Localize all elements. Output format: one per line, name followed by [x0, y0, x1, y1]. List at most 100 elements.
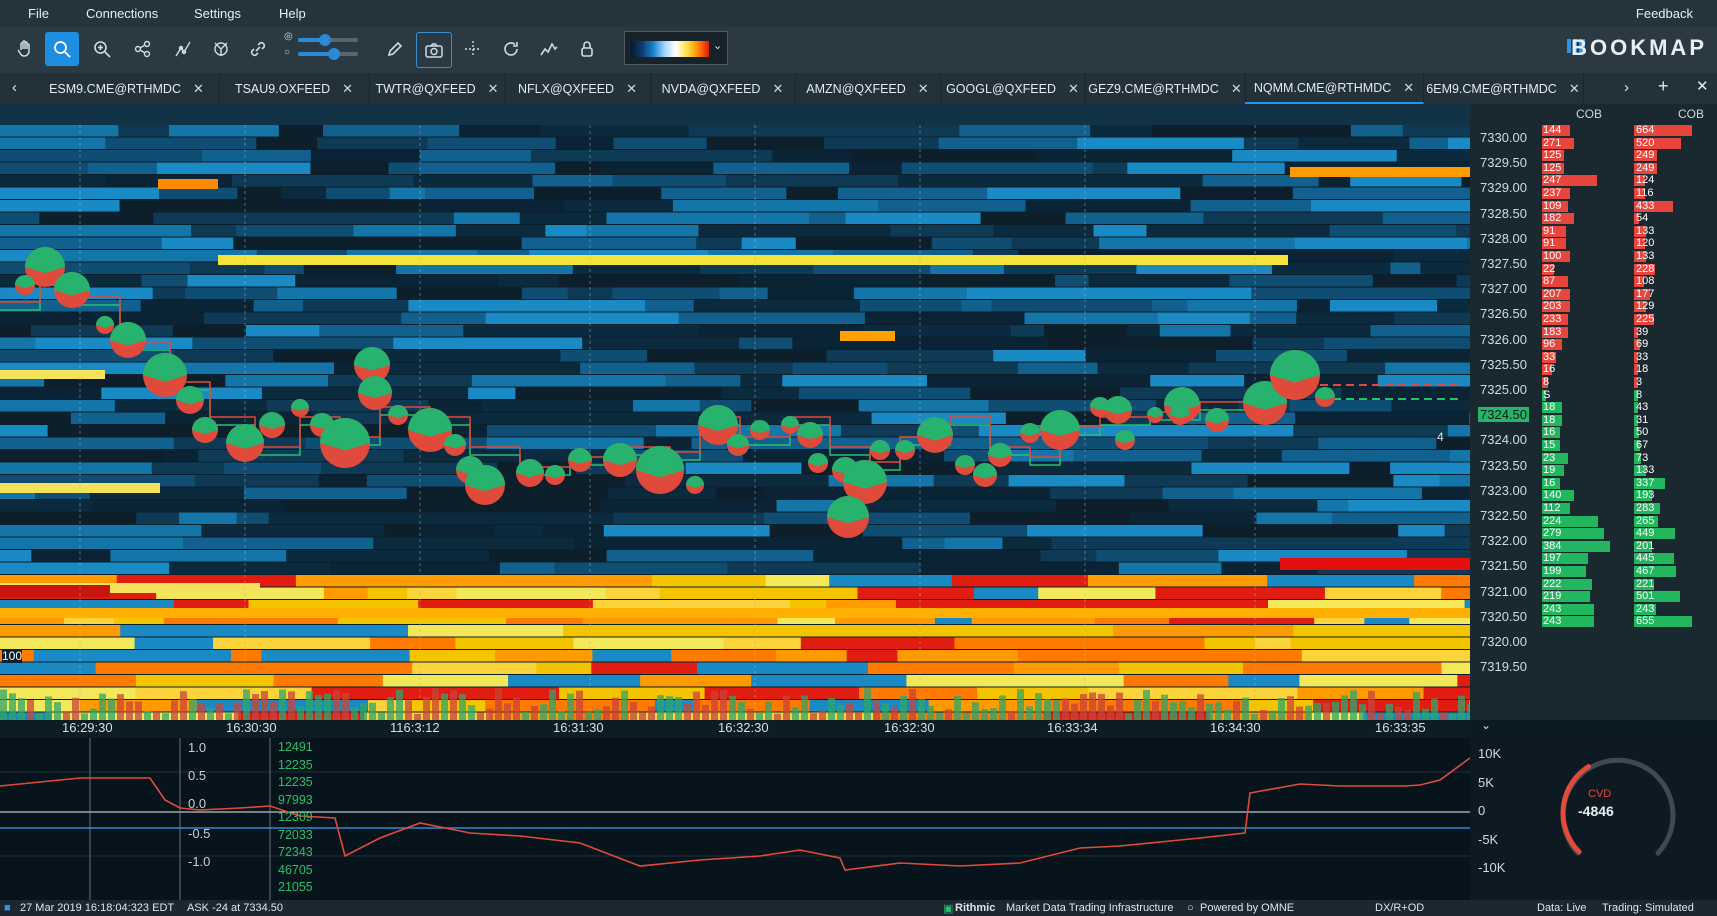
- zoom-in-icon[interactable]: [85, 32, 119, 66]
- trade-volume-bubble[interactable]: [727, 434, 749, 456]
- refresh-icon[interactable]: [494, 32, 528, 66]
- trade-volume-bubble[interactable]: [1040, 410, 1080, 450]
- price-level[interactable]: 7320.50: [1480, 609, 1527, 624]
- tab-close-icon[interactable]: ✕: [1068, 81, 1079, 97]
- trade-volume-bubble[interactable]: [192, 417, 218, 443]
- tab-close-icon[interactable]: ✕: [342, 81, 353, 97]
- hand-icon[interactable]: [8, 32, 42, 66]
- tab-close-icon[interactable]: ✕: [1403, 80, 1414, 96]
- pencil-icon[interactable]: [378, 32, 412, 66]
- trade-volume-bubble[interactable]: [917, 417, 953, 453]
- trade-volume-bubble[interactable]: [636, 446, 684, 494]
- trade-volume-bubble[interactable]: [1020, 423, 1040, 443]
- trade-volume-bubble[interactable]: [1205, 408, 1229, 432]
- add-tab-icon[interactable]: +: [1658, 76, 1669, 97]
- trade-volume-bubble[interactable]: [686, 476, 704, 494]
- trade-volume-bubble[interactable]: [1170, 405, 1190, 425]
- trade-volume-bubble[interactable]: [827, 496, 869, 538]
- price-level[interactable]: 7328.50: [1480, 206, 1527, 221]
- trade-volume-bubble[interactable]: [320, 418, 370, 468]
- trade-volume-bubble[interactable]: [176, 386, 204, 414]
- cvd-indicator-panel[interactable]: 1.0 0.5 0.0 -0.5 -1.0 12491 12235 12235 97993 12…: [0, 738, 1470, 900]
- trade-volume-bubble[interactable]: [1270, 350, 1320, 400]
- lock-icon[interactable]: [570, 32, 604, 66]
- tab-close-icon[interactable]: ✕: [1231, 81, 1242, 97]
- price-level[interactable]: 7321.00: [1480, 584, 1527, 599]
- price-level[interactable]: 7322.50: [1480, 508, 1527, 523]
- heatmap-color-picker[interactable]: ⌄: [624, 31, 728, 65]
- trade-volume-bubble[interactable]: [1115, 430, 1135, 450]
- price-ladder[interactable]: COB COB 7330.00 7329.50 7329.00 7328.50 7328…: [1470, 104, 1717, 720]
- feedback-link[interactable]: Feedback: [1636, 6, 1693, 21]
- menu-settings[interactable]: Settings: [194, 6, 241, 21]
- trade-volume-bubble[interactable]: [988, 443, 1012, 467]
- crosshair-icon[interactable]: [456, 32, 490, 66]
- price-level[interactable]: 7324.00: [1480, 432, 1527, 447]
- trade-volume-bubble[interactable]: [516, 459, 544, 487]
- tab-close-icon[interactable]: ✕: [193, 81, 204, 97]
- tab-twtr-qxfeed[interactable]: TWTR@QXFEED ✕: [369, 73, 506, 104]
- menu-connections[interactable]: Connections: [86, 6, 158, 21]
- current-price-label[interactable]: 7324.50: [1478, 407, 1529, 423]
- price-level[interactable]: 7329.00: [1480, 180, 1527, 195]
- menu-file[interactable]: File: [28, 6, 49, 21]
- tab-nvda-qxfeed[interactable]: NVDA@QXFEED ✕: [650, 73, 796, 104]
- price-level[interactable]: 7328.00: [1480, 231, 1527, 246]
- trade-volume-bubble[interactable]: [568, 448, 592, 472]
- price-level[interactable]: 7323.50: [1480, 458, 1527, 473]
- trade-volume-bubble[interactable]: [110, 322, 146, 358]
- trade-volume-bubble[interactable]: [973, 463, 997, 487]
- tabs-scroll-right-icon[interactable]: ›: [1624, 79, 1629, 96]
- trade-volume-bubble[interactable]: [895, 440, 915, 460]
- tab-tsau9-oxfeed[interactable]: TSAU9.OXFEED ✕: [219, 73, 370, 104]
- nodes-icon[interactable]: [126, 32, 160, 66]
- trade-volume-bubble[interactable]: [259, 412, 285, 438]
- trade-volume-bubble[interactable]: [750, 420, 770, 440]
- heatmap-contrast-slider[interactable]: [298, 34, 358, 46]
- price-level[interactable]: 7320.00: [1480, 634, 1527, 649]
- tabs-scroll-left-icon[interactable]: ‹: [12, 79, 17, 96]
- price-level[interactable]: 7319.50: [1480, 659, 1527, 674]
- trade-volume-bubble[interactable]: [226, 424, 264, 462]
- zoom-area-icon[interactable]: [45, 32, 79, 66]
- price-level[interactable]: 7327.50: [1480, 256, 1527, 271]
- trade-volume-bubble[interactable]: [388, 405, 408, 425]
- trade-volume-bubble[interactable]: [797, 422, 823, 448]
- trade-volume-bubble[interactable]: [603, 443, 637, 477]
- tab-close-icon[interactable]: ✕: [1569, 81, 1580, 97]
- trade-volume-bubble[interactable]: [545, 465, 565, 485]
- indicator-icon[interactable]: [532, 32, 566, 66]
- price-level[interactable]: 7323.00: [1480, 483, 1527, 498]
- volume-filter-slider[interactable]: [298, 48, 358, 60]
- tab-close-icon[interactable]: ✕: [772, 81, 783, 97]
- tab-close-icon[interactable]: ✕: [626, 81, 637, 97]
- link-icon[interactable]: [241, 32, 275, 66]
- tab-close-icon[interactable]: ✕: [488, 81, 499, 97]
- trade-volume-bubble[interactable]: [1104, 396, 1132, 424]
- price-level[interactable]: 7326.00: [1480, 332, 1527, 347]
- price-level[interactable]: 7326.50: [1480, 306, 1527, 321]
- close-tab-icon[interactable]: ✕: [1696, 77, 1709, 95]
- price-level[interactable]: 7329.50: [1480, 155, 1527, 170]
- trade-volume-bubble[interactable]: [291, 399, 309, 417]
- lasso-icon[interactable]: [204, 32, 238, 66]
- camera-icon[interactable]: [416, 32, 452, 68]
- trade-volume-bubble[interactable]: [54, 272, 90, 308]
- volume-dots-icon[interactable]: [166, 32, 200, 66]
- tab-6em9-cme-rthmdc[interactable]: 6EM9.CME@RTHMDC ✕: [1423, 73, 1584, 104]
- menu-help[interactable]: Help: [279, 6, 306, 21]
- tab-amzn-qxfeed[interactable]: AMZN@QXFEED ✕: [795, 73, 941, 104]
- trade-volume-bubble[interactable]: [96, 316, 114, 334]
- price-level[interactable]: 7327.00: [1480, 281, 1527, 296]
- trade-volume-bubble[interactable]: [358, 376, 392, 410]
- trade-volume-bubble[interactable]: [1315, 387, 1335, 407]
- trade-volume-bubble[interactable]: [870, 440, 890, 460]
- price-level[interactable]: 7321.50: [1480, 558, 1527, 573]
- trade-volume-bubble[interactable]: [955, 455, 975, 475]
- trade-volume-bubble[interactable]: [781, 416, 799, 434]
- collapse-chevron-icon[interactable]: ⌄: [1481, 718, 1491, 732]
- price-level[interactable]: 7325.50: [1480, 357, 1527, 372]
- tab-close-icon[interactable]: ✕: [918, 81, 929, 97]
- trade-volume-bubble[interactable]: [808, 453, 828, 473]
- tab-nqmm-cme-rthmdc[interactable]: NQMM.CME@RTHMDC ✕: [1245, 73, 1424, 104]
